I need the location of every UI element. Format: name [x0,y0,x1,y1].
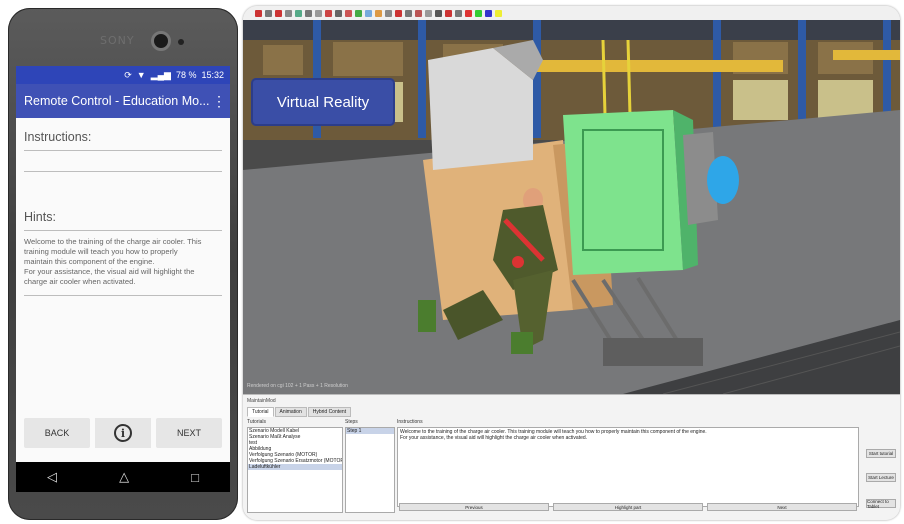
status-bar: ⟳ ▼ ▂▄▆ 78 % 15:32 [16,66,230,84]
tutorials-column: Tutorials Szenario Modell Kabel Szenario… [247,419,343,513]
toolbar-icon[interactable] [305,9,312,17]
hints-label: Hints: [24,210,56,224]
list-item-selected[interactable]: Ladeluftkühler [248,464,342,470]
phone-screen: ⟳ ▼ ▂▄▆ 78 % 15:32 Remote Control - Educ… [16,66,230,492]
toolbar-icon[interactable] [315,9,322,17]
vr-scene [243,20,900,394]
toolbar-icon[interactable] [285,9,292,17]
back-button[interactable]: BACK [24,418,90,448]
previous-button[interactable]: Previous [399,503,549,511]
toolbar-icon[interactable] [275,9,282,17]
next-step-button[interactable]: Next [707,503,857,511]
phone-brand: SONY [100,34,135,47]
app-title: Remote Control - Education Mo... [24,94,210,108]
toolbar-icon[interactable] [345,9,352,17]
battery-level: 78 % [175,70,197,80]
status-time: 15:32 [201,70,224,80]
toolbar-icon[interactable] [385,9,392,17]
steps-list[interactable]: Step 1 [345,427,395,513]
more-options-icon[interactable]: ⋮ [212,93,226,110]
hint-line: training module will teach you how to pr… [24,247,178,256]
hint-line: maintain this component of the engine. [24,257,155,266]
toolbar-icon[interactable] [365,9,372,17]
info-icon: i [114,424,132,442]
instructions-column: Instructions Welcome to the training of … [397,419,859,507]
info-button[interactable]: i [95,418,151,448]
toolbar-icon[interactable] [435,9,442,17]
toolbar-icon[interactable] [475,9,482,17]
3d-viewport[interactable]: Virtual Reality Rendered on cgi 102 + 1 … [243,20,900,394]
highlight-part-button[interactable]: Highlight part [553,503,703,511]
signal-icon: ▂▄▆ [150,69,171,80]
divider [24,295,222,296]
sensor-dot [178,39,184,45]
toolbar-icon[interactable] [255,9,262,17]
toolbar-icon[interactable] [355,9,362,17]
start-lecture-button[interactable]: Start Lecture [866,473,896,482]
instructions-section: Instructions: [16,130,230,172]
instruction-line: For your assistance, the visual aid will… [400,435,588,441]
steps-header: Steps [345,419,358,425]
maintenance-panel: MaintainMod Tutorial Animation Hybrid Co… [243,394,900,520]
toolbar-icon[interactable] [335,9,342,17]
hints-section: Hints: Welcome to the training of the ch… [16,210,230,296]
tab-tutorial[interactable]: Tutorial [247,407,274,417]
wifi-icon: ▼ [136,70,146,80]
divider [24,230,222,231]
steps-column: Steps Step 1 [345,419,395,513]
divider [24,150,222,151]
toolbar-icon[interactable] [445,9,452,17]
toolbar-icon[interactable] [395,9,402,17]
instructions-header: Instructions [397,419,423,425]
tutorials-header: Tutorials [247,419,266,425]
toolbar-icon[interactable] [325,9,332,17]
toolbar-icon[interactable] [265,9,272,17]
front-camera [151,31,171,51]
start-tutorial-button[interactable]: Start tutorial [866,449,896,458]
hint-line: Welcome to the training of the charge ai… [24,237,202,246]
nav-back-icon[interactable]: ◁ [47,469,57,485]
toolbar-icon[interactable] [405,9,412,17]
phone-bezel-top: SONY [8,8,238,66]
next-button[interactable]: NEXT [156,418,222,448]
android-nav-bar: ◁ △ □ [16,462,230,492]
hint-line: charge air cooler when activated. [24,277,136,286]
nav-home-icon[interactable]: △ [119,469,129,485]
toolbar-icon[interactable] [485,9,492,17]
panel-tabs: Tutorial Animation Hybrid Content [247,407,352,417]
tab-animation[interactable]: Animation [274,407,307,417]
sync-icon: ⟳ [124,69,132,80]
toolbar-icon[interactable] [415,9,422,17]
instructions-label: Instructions: [24,130,92,144]
instructions-textbox[interactable]: Welcome to the training of the charge ai… [397,427,859,507]
tab-hybrid-content[interactable]: Hybrid Content [307,407,352,417]
connect-tablet-button[interactable]: Connect to Tablet [866,499,896,509]
toolbar-icon[interactable] [295,9,302,17]
toolbar-icon[interactable] [495,9,502,17]
tutorials-list[interactable]: Szenario Modell Kabel Szenario Maßt Anal… [247,427,343,513]
smartphone: SONY ⟳ ▼ ▂▄▆ 78 % 15:32 Remote Control -… [8,8,238,520]
app-bar: Remote Control - Education Mo... ⋮ [16,84,230,118]
toolbar-icon[interactable] [375,9,382,17]
toolbar-icon[interactable] [465,9,472,17]
bottom-button-bar: BACK i NEXT [16,418,230,452]
hint-text: Welcome to the training of the charge ai… [24,237,222,287]
nav-recent-icon[interactable]: □ [191,470,199,485]
toolbar [243,6,900,20]
toolbar-icon[interactable] [425,9,432,17]
list-item-selected[interactable]: Step 1 [346,428,394,434]
divider [24,171,222,172]
hint-line: For your assistance, the visual aid will… [24,267,195,276]
viewport-caption: Rendered on cgi 102 + 1 Pass + 1 Resolut… [247,383,348,389]
vr-application-window: Virtual Reality Rendered on cgi 102 + 1 … [243,6,900,520]
toolbar-icon[interactable] [455,9,462,17]
panel-title: MaintainMod [247,398,276,404]
virtual-reality-label: Virtual Reality [253,80,393,124]
